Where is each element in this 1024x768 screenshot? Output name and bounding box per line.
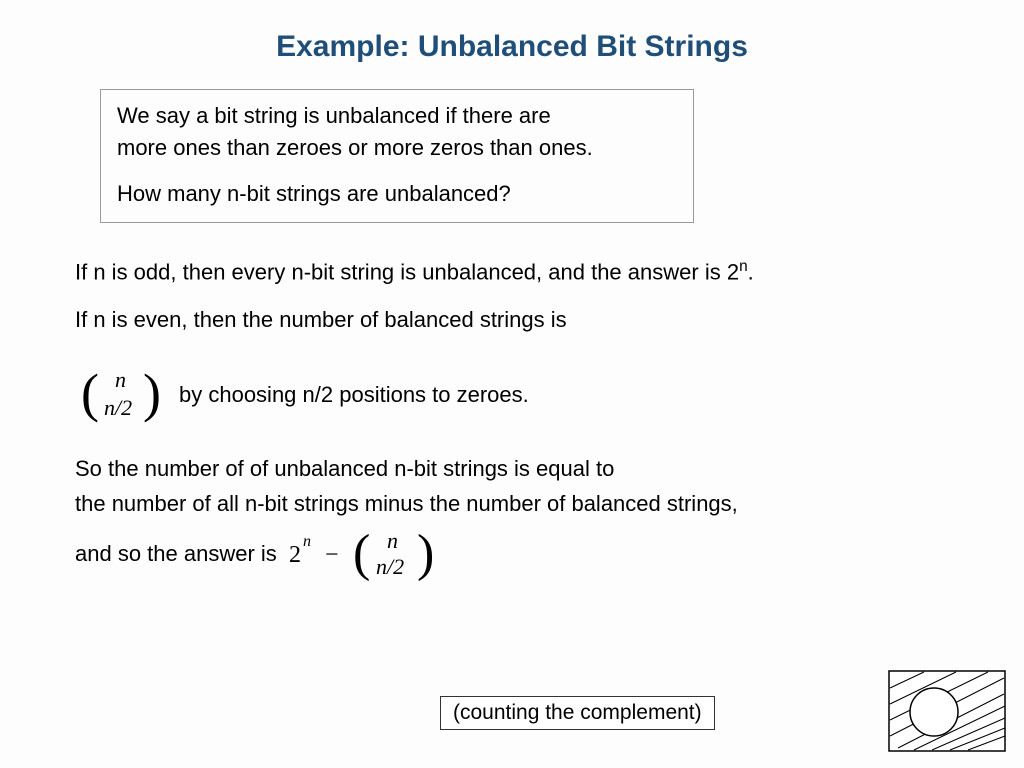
even-after-text: by choosing n/2 positions to zeroes. (179, 378, 529, 412)
binomial-1: ( n n/2 ) (75, 359, 165, 431)
svg-text:): ) (143, 363, 161, 423)
def-spacer (117, 164, 677, 178)
body-content: If n is odd, then every n-bit string is … (75, 255, 955, 586)
binom1-top: n (115, 367, 126, 392)
def-question: How many n-bit strings are unbalanced? (117, 178, 677, 210)
concl-line-3: and so the answer is (75, 536, 277, 571)
svg-text:(: ( (353, 525, 370, 582)
complement-diagram-icon (888, 670, 1006, 752)
def-line-1a: We say a bit string is unbalanced if the… (117, 100, 677, 132)
binom1-bot: n/2 (104, 395, 132, 420)
answer-formula: 2 n − ( n n/2 ) (285, 522, 455, 586)
conclusion: So the number of of unbalanced n-bit str… (75, 451, 955, 585)
binom2-top: n (387, 528, 398, 553)
concl-line-1: So the number of of unbalanced n-bit str… (75, 451, 955, 486)
answer-row: and so the answer is 2 n − ( n n/2 ) (75, 522, 955, 586)
minus-sign: − (325, 542, 339, 568)
concl-line-2: the number of all n-bit strings minus th… (75, 486, 955, 521)
even-math-row: ( n n/2 ) by choosing n/2 positions to z… (75, 359, 955, 431)
def-line-1b: more ones than zeroes or more zeros than… (117, 132, 677, 164)
power-base: 2 (289, 542, 301, 568)
binom2-bot: n/2 (376, 554, 404, 579)
slide-title: Example: Unbalanced Bit Strings (0, 0, 1024, 64)
power-exp: n (303, 533, 311, 550)
odd-case: If n is odd, then every n-bit string is … (75, 255, 955, 289)
svg-text:(: ( (81, 363, 99, 423)
odd-text-post: . (748, 259, 754, 284)
odd-text-pre: If n is odd, then every n-bit string is … (75, 259, 739, 284)
svg-text:): ) (417, 525, 434, 582)
even-intro: If n is even, then the number of balance… (75, 303, 955, 337)
odd-exponent: n (739, 258, 748, 275)
definition-box: We say a bit string is unbalanced if the… (100, 89, 694, 223)
complement-caption: (counting the complement) (440, 696, 715, 730)
